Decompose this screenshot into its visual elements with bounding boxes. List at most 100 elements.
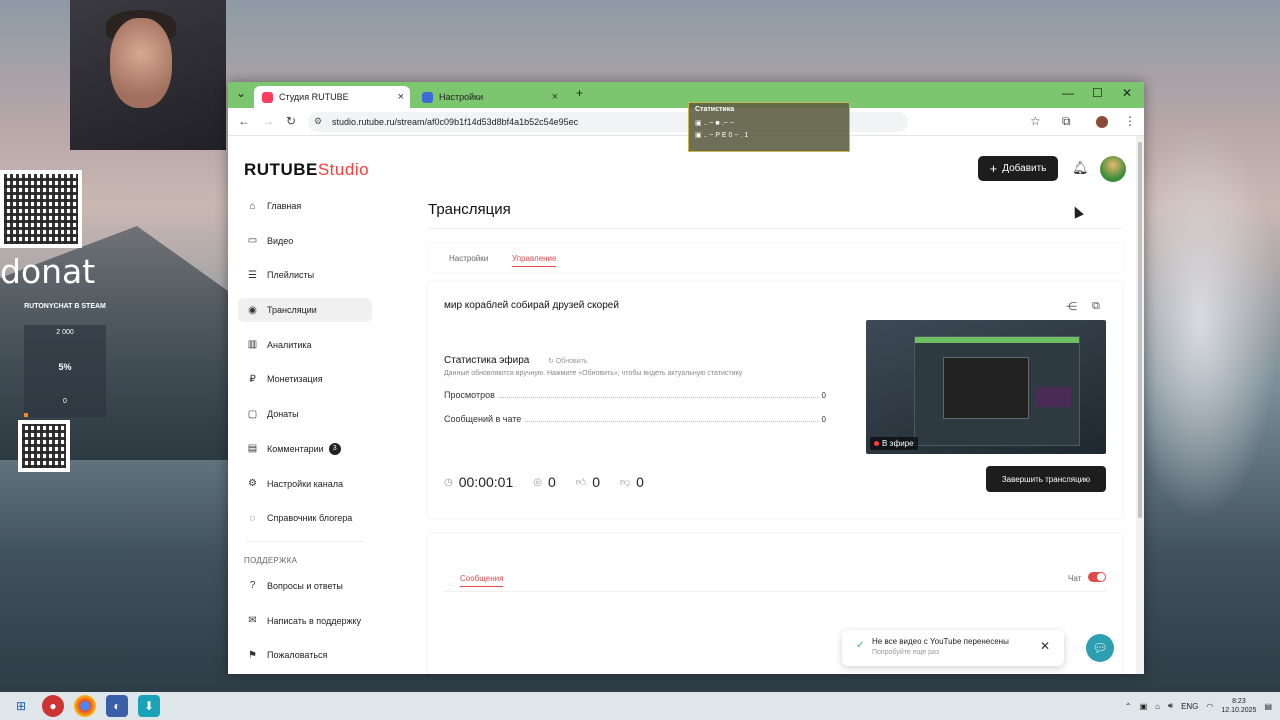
forward-icon[interactable]: → xyxy=(262,114,274,128)
sidebar-item-analytics[interactable]: ▥ Аналитика xyxy=(238,333,372,357)
new-tab-icon[interactable]: + xyxy=(576,86,583,100)
rutube-studio-logo[interactable]: RUTUBEStudio xyxy=(244,160,369,180)
comments-count-badge: 3 xyxy=(328,442,341,455)
support-chat-button[interactable]: 💬︎ xyxy=(1086,634,1114,662)
page-scrollbar[interactable] xyxy=(1136,136,1144,674)
sidebar-item-donations[interactable]: ▢ Донаты xyxy=(238,402,372,426)
stat-row-views: Просмотров 0 xyxy=(444,390,826,400)
back-icon[interactable]: ← xyxy=(238,114,250,128)
playlist-icon: ☰ xyxy=(248,269,257,281)
donate-qr-code xyxy=(0,170,82,248)
stream-preview[interactable]: В эфире xyxy=(866,320,1106,454)
sidebar: ⌂ Главная ▭ Видео ☰ Плейлисты ◉ Трансляции ▥… xyxy=(238,194,372,674)
goal-target: 2 000 xyxy=(56,329,74,336)
share-icon[interactable]: ⋲ xyxy=(1066,300,1077,313)
minimize-icon[interactable]: — xyxy=(1062,86,1074,100)
sidebar-item-report[interactable]: ⚑ Пожаловаться xyxy=(238,643,372,667)
wifi-icon[interactable]: ◠ xyxy=(1206,702,1213,711)
browser-window: ⌄ Студия RUTUBE × Настройки × + — ☐ ✕ ← … xyxy=(228,82,1144,674)
stream-card: мир кораблей собирай друзей скорей ⋲ ⧉ С… xyxy=(428,282,1122,518)
stat-label: Сообщений в чате xyxy=(444,414,522,424)
network-icon[interactable]: ⌂ xyxy=(1155,702,1160,711)
steam-qr-code xyxy=(18,420,70,472)
site-info-icon[interactable]: ⚙ xyxy=(314,116,322,127)
app-icon-blue[interactable]: ◐ xyxy=(106,695,128,717)
tab-stream-control[interactable]: Управление xyxy=(512,254,557,267)
profile-icon[interactable] xyxy=(1096,116,1108,128)
close-tab-icon[interactable]: × xyxy=(552,91,558,103)
sidebar-item-playlists[interactable]: ☰ Плейлисты xyxy=(238,263,372,287)
stream-stats-overlay: Статистика ▣ .. ~ ■ .~ ~ ▣ .. ~ P E 0 ~ … xyxy=(688,102,850,152)
chat-divider xyxy=(444,591,1106,592)
tab-search-icon[interactable]: ⌄ xyxy=(236,86,246,100)
extensions-icon[interactable]: ⧉ xyxy=(1062,114,1071,129)
bell-icon[interactable]: 🔔︎ xyxy=(1072,160,1089,176)
sidebar-item-faq[interactable]: ? Вопросы и ответы xyxy=(238,574,372,598)
settings-favicon xyxy=(422,91,433,103)
address-bar: ← → ↻ studio.rutube.ru/stream/af0c09b1f1… xyxy=(228,108,1144,136)
likes-value: 0 xyxy=(592,474,601,490)
close-window-icon[interactable]: ✕ xyxy=(1122,86,1132,100)
goal-progress-bar xyxy=(24,413,29,417)
tab-rutube-studio[interactable]: Студия RUTUBE × xyxy=(254,86,410,108)
chrome-icon[interactable] xyxy=(74,695,96,717)
plus-icon: + xyxy=(989,161,998,176)
overlay-stats-title: Статистика xyxy=(695,106,735,113)
windows-start-icon[interactable]: ⊞ xyxy=(10,695,32,717)
tray-chevron-icon[interactable]: ⌃ xyxy=(1125,702,1132,711)
volume-icon[interactable]: 🔊︎ xyxy=(1168,701,1173,711)
bookmark-star-icon[interactable]: ☆ xyxy=(1030,114,1041,128)
stat-value: 0 xyxy=(821,391,826,400)
reload-icon[interactable]: ↻ xyxy=(286,114,296,128)
sidebar-item-streams[interactable]: ◉ Трансляции xyxy=(238,298,372,323)
sidebar-item-monetization[interactable]: ₽ Монетизация xyxy=(238,367,372,391)
tab-stream-settings[interactable]: Настройки xyxy=(449,254,488,263)
tray-app-icon[interactable]: ▣ xyxy=(1140,702,1148,711)
viewer-icon: ◎ xyxy=(533,476,542,488)
likes-metric: 👍︎ 0 xyxy=(576,474,600,490)
close-icon[interactable]: ✕ xyxy=(1040,639,1050,653)
external-link-icon[interactable]: ⧉ xyxy=(1092,300,1100,313)
sidebar-item-video[interactable]: ▭ Видео xyxy=(238,229,372,253)
sidebar-item-home[interactable]: ⌂ Главная xyxy=(238,194,372,218)
app-icon-teal[interactable]: ⬇ xyxy=(138,695,160,717)
thumbs-down-icon: 👎︎ xyxy=(620,477,631,488)
app-icon-red[interactable]: ● xyxy=(42,695,64,717)
sidebar-item-channel-settings[interactable]: ⚙ Настройки канала xyxy=(238,472,372,496)
tab-label: Настройки xyxy=(439,92,484,102)
tab-messages[interactable]: Сообщения xyxy=(460,574,504,587)
tab-label: Студия RUTUBE xyxy=(279,92,349,102)
notifications-icon[interactable]: ▤ xyxy=(1264,702,1272,711)
sidebar-item-label: Главная xyxy=(267,201,302,211)
sidebar-item-comments[interactable]: ▤ Комментарии 3 xyxy=(238,437,372,461)
sidebar-item-contact-support[interactable]: ✉ Написать в поддержку xyxy=(238,609,372,633)
goal-current: 0 xyxy=(63,398,67,405)
clock[interactable]: 8:23 12.10.2025 xyxy=(1221,697,1256,715)
donat-label: donat xyxy=(0,252,96,291)
thumbs-up-icon: 👍︎ xyxy=(575,477,587,488)
stat-value: 0 xyxy=(821,415,826,424)
chat-bubble-icon: 💬︎ xyxy=(1092,641,1108,655)
refresh-button[interactable]: ↻ Обновить xyxy=(548,357,588,365)
check-icon: ✓ xyxy=(856,640,865,651)
sidebar-item-label: Настройки канала xyxy=(267,478,344,489)
language-indicator[interactable]: ENG xyxy=(1181,702,1198,711)
toast-title: Не все видео с YouTube перенесены xyxy=(872,637,1009,646)
close-tab-icon[interactable]: × xyxy=(398,91,404,103)
avatar[interactable] xyxy=(1100,156,1126,182)
guide-icon: ◌ xyxy=(249,512,256,524)
chat-toggle[interactable] xyxy=(1088,572,1106,582)
sidebar-item-blogger-guide[interactable]: ◌ Справочник блогера xyxy=(238,506,372,530)
add-button[interactable]: + Добавить xyxy=(978,156,1058,181)
stream-name: мир кораблей собирай друзей скорей xyxy=(444,300,619,311)
end-stream-button[interactable]: Завершить трансляцию xyxy=(986,466,1106,492)
menu-dots-icon[interactable]: ⋮ xyxy=(1124,114,1136,128)
comment-icon: ▤ xyxy=(247,443,258,455)
scrollbar-thumb[interactable] xyxy=(1138,142,1142,518)
tab-bar: ⌄ Студия RUTUBE × Настройки × + — ☐ ✕ xyxy=(228,82,1144,108)
preview-screen xyxy=(914,336,1080,446)
home-icon: ⌂ xyxy=(249,200,256,212)
tab-settings[interactable]: Настройки × xyxy=(414,86,564,108)
maximize-icon[interactable]: ☐ xyxy=(1092,86,1103,100)
steam-label: RUTONYCHAT В STEAM xyxy=(24,303,106,310)
